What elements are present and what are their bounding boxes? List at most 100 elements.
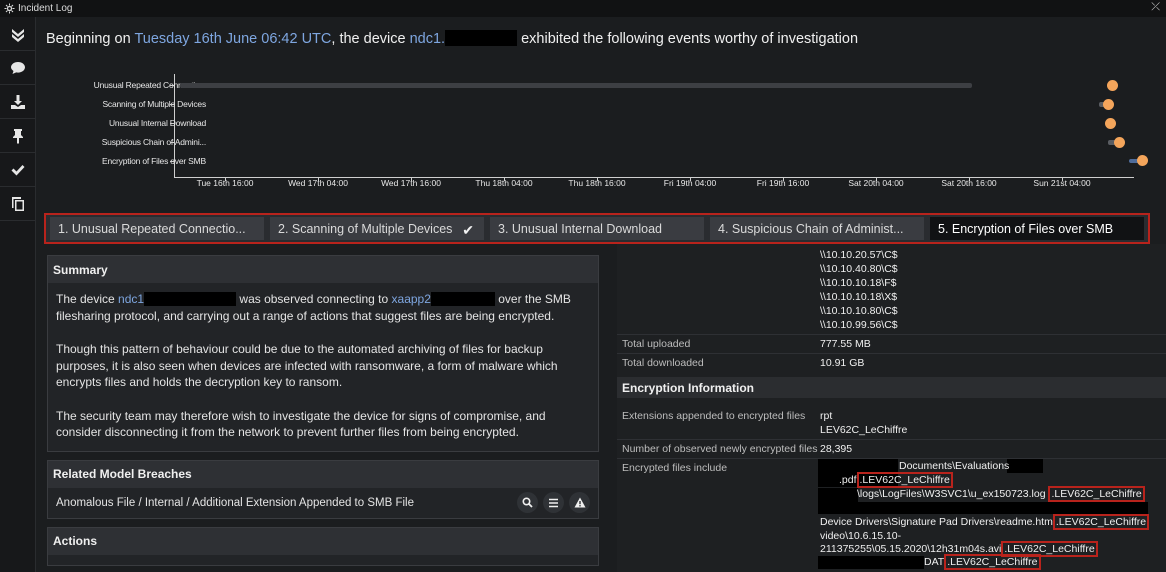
app-icon — [3, 3, 15, 15]
download-button[interactable] — [0, 85, 36, 119]
x-tick-label: Thu 18th 16:00 — [568, 178, 626, 188]
confirm-button[interactable] — [0, 153, 36, 187]
breach-actions — [517, 492, 590, 513]
pin-icon — [13, 128, 23, 144]
check-icon — [11, 164, 25, 175]
encrypted-extension: .LEV62C_LeChiffre — [1052, 514, 1150, 530]
redaction — [1007, 459, 1043, 473]
file-name: \logs\LogFiles\W3SVC1\u_ex150723.log — [857, 488, 1046, 500]
menu-icon[interactable] — [543, 492, 564, 513]
x-tick-label: Wed 17th 16:00 — [381, 178, 441, 188]
tab-unusual-internal-download[interactable]: 3. Unusual Internal Download — [490, 217, 704, 240]
tab-scanning-multiple-devices[interactable]: 2. Scanning of Multiple Devices ✔ — [270, 217, 484, 240]
x-tick-label: Wed 17th 04:00 — [288, 178, 348, 188]
share-path: \\10.10.99.56\C$ — [820, 319, 898, 331]
share-path: \\10.10.10.18\F$ — [820, 277, 897, 289]
event-timeline: Unusual Repeated Connectio... Scanning o… — [40, 62, 1160, 202]
timeline-row-label[interactable]: Unusual Internal Download — [109, 118, 206, 128]
extension-value: LEV62C_LeChiffre — [820, 424, 908, 436]
event-marker[interactable] — [1103, 99, 1114, 110]
x-tick-label: Thu 18th 04:00 — [475, 178, 533, 188]
x-tick-label: Sat 20th 04:00 — [848, 178, 904, 188]
event-marker[interactable] — [1114, 137, 1125, 148]
tab-label: 4. Suspicious Chain of Administ... — [718, 221, 904, 236]
title-bar: Incident Log ⤫ — [0, 0, 1166, 17]
encrypted-count-label: Number of observed newly encrypted files — [622, 443, 818, 455]
encrypted-extension: .LEV62C_LeChiffre — [1048, 486, 1145, 502]
search-icon[interactable] — [517, 492, 538, 513]
related-breaches-panel: Related Model Breaches Anomalous File / … — [47, 459, 599, 519]
comment-button[interactable] — [0, 51, 36, 85]
tab-suspicious-chain-admin[interactable]: 4. Suspicious Chain of Administ... — [710, 217, 924, 240]
y-tick — [170, 85, 174, 86]
check-icon: ✔ — [462, 222, 474, 238]
divider — [617, 353, 1166, 354]
window-title: Incident Log — [18, 3, 73, 14]
total-downloaded-value: 10.91 GB — [820, 357, 865, 369]
headline-prefix: Beginning on — [46, 31, 135, 47]
redaction — [430, 292, 495, 306]
headline-suffix: exhibited the following events worthy of… — [521, 31, 859, 47]
redaction — [818, 488, 858, 502]
left-column: Summary The device ndc1 was observed con… — [47, 255, 599, 572]
breaches-title: Related Model Breaches — [48, 460, 598, 488]
download-icon — [11, 94, 25, 109]
encrypted-count-value: 28,395 — [820, 443, 853, 455]
redaction — [818, 556, 924, 569]
pin-button[interactable] — [0, 119, 36, 153]
encrypted-file-path: .pdf .LEV62C_LeChiffre — [839, 472, 953, 488]
tab-label: 2. Scanning of Multiple Devices — [278, 221, 453, 236]
share-path: \\10.10.10.18\X$ — [820, 291, 898, 303]
y-tick — [170, 123, 174, 124]
tab-label: 3. Unusual Internal Download — [498, 221, 662, 236]
collapse-button[interactable] — [0, 17, 36, 51]
timeline-row-label[interactable]: Encryption of Files over SMB — [102, 156, 206, 166]
sidebar — [0, 17, 36, 572]
incident-start-date[interactable]: Tuesday 16th June 06:42 UTC — [134, 31, 331, 47]
device-link[interactable]: ndc1 — [118, 292, 144, 306]
actions-title: Actions — [48, 527, 598, 555]
summary-title: Summary — [48, 256, 598, 283]
extensions-label: Extensions appended to encrypted files — [622, 410, 806, 422]
encrypted-extension: .LEV62C_LeChiffre — [944, 554, 1041, 570]
x-tick-label: Tue 16th 16:00 — [196, 178, 254, 188]
comment-icon — [11, 61, 25, 74]
breach-row[interactable]: Anomalous File / Internal / Additional E… — [48, 488, 598, 518]
redaction — [144, 292, 237, 306]
event-marker[interactable] — [1107, 80, 1118, 91]
event-marker[interactable] — [1105, 118, 1116, 129]
target-device-link[interactable]: xaapp2 — [392, 292, 431, 306]
breach-name: Anomalous File / Internal / Additional E… — [56, 496, 414, 509]
incident-headline: Beginning on Tuesday 16th June 06:42 UTC… — [46, 30, 858, 47]
double-chevron-down-icon — [12, 28, 24, 42]
redaction — [445, 30, 518, 46]
file-name: Device Drivers\Signature Pad Drivers\rea… — [820, 516, 1053, 528]
y-tick — [170, 104, 174, 105]
encrypted-files-label: Encrypted files include — [622, 462, 728, 474]
total-uploaded-value: 777.55 MB — [820, 338, 871, 350]
total-downloaded-label: Total downloaded — [622, 357, 704, 369]
encrypted-file-path: video\10.6.15.10- — [820, 530, 902, 542]
timeline-row-label[interactable]: Suspicious Chain of Admini... — [102, 137, 206, 147]
device-link[interactable]: ndc1. — [410, 31, 445, 47]
close-icon[interactable]: ⤫ — [1151, 1, 1160, 14]
copy-button[interactable] — [0, 187, 36, 221]
actions-panel: Actions — [47, 526, 599, 566]
tab-encryption-files-smb[interactable]: 5. Encryption of Files over SMB — [930, 217, 1144, 240]
total-uploaded-label: Total uploaded — [622, 338, 691, 350]
tab-unusual-repeated-connections[interactable]: 1. Unusual Repeated Connectio... — [50, 217, 264, 240]
y-tick — [170, 161, 174, 162]
copy-icon — [12, 196, 24, 211]
event-duration-bar[interactable] — [180, 83, 972, 88]
event-marker[interactable] — [1137, 155, 1148, 166]
share-path: \\10.10.10.80\C$ — [820, 305, 898, 317]
summary-panel: Summary The device ndc1 was observed con… — [47, 255, 599, 452]
timeline-row-label[interactable]: Scanning of Multiple Devices — [102, 99, 206, 109]
file-name: DAT — [924, 556, 945, 568]
extension-value: rpt — [820, 410, 833, 422]
redaction — [818, 502, 1148, 514]
x-tick-label: Fri 19th 16:00 — [756, 178, 810, 188]
tab-label: 5. Encryption of Files over SMB — [938, 221, 1114, 236]
warning-icon[interactable] — [569, 492, 590, 513]
x-tick-label: Sun 21st 04:00 — [1033, 178, 1091, 188]
